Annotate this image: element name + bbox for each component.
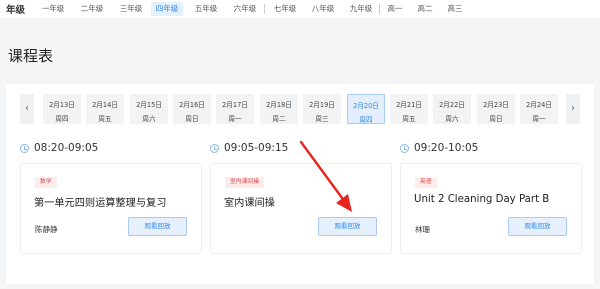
date-label: 2月19日: [309, 101, 335, 109]
date-cell[interactable]: 2月18日周二: [260, 94, 298, 124]
course-card: 英语 Unit 2 Cleaning Day Part B 林珊 观看回放: [400, 163, 582, 254]
date-cell[interactable]: 2月23日周日: [477, 94, 515, 124]
date-cell[interactable]: 2月14日周五: [86, 94, 124, 124]
date-label: 2月16日: [179, 101, 205, 109]
weekday-label: 周日: [185, 115, 199, 123]
clock-icon: [210, 143, 219, 153]
date-cell[interactable]: 2月21日周五: [390, 94, 428, 124]
date-label: 2月13日: [49, 101, 75, 109]
subject-tag: 数学: [35, 177, 57, 188]
grade-tab-8[interactable]: 八年级: [306, 2, 340, 16]
date-label: 2月18日: [266, 101, 292, 109]
chevron-right-icon: ›: [571, 103, 575, 114]
time-range: 08:20-09:05: [34, 142, 99, 154]
time-range: 09:05-09:15: [224, 142, 289, 154]
grade-nav-bar: 年级 一年级 二年级 三年级 四年级 五年级 六年级 七年级 八年级 九年级 高…: [0, 0, 600, 18]
clock-icon: [400, 143, 409, 153]
course-card: 数学 第一单元四则运算整理与复习 陈静静 观看回放: [20, 163, 202, 254]
teacher-name: 陈静静: [35, 225, 58, 234]
time-range: 09:20-10:05: [414, 142, 479, 154]
date-label: 2月23日: [483, 101, 509, 109]
grade-tab-5[interactable]: 五年级: [189, 2, 223, 16]
next-dates-button[interactable]: ›: [566, 94, 580, 124]
grade-tab-2[interactable]: 二年级: [75, 2, 109, 16]
date-label: 2月24日: [526, 101, 552, 109]
date-cell[interactable]: 2月22日周六: [433, 94, 471, 124]
grade-tab-9[interactable]: 九年级: [344, 2, 378, 16]
date-cell[interactable]: 2月17日周一: [216, 94, 254, 124]
date-label: 2月22日: [439, 101, 465, 109]
date-label: 2月17日: [222, 101, 248, 109]
time-slot-header: 09:05-09:15: [210, 142, 288, 154]
watch-replay-button[interactable]: 观看回放: [508, 217, 567, 236]
prev-dates-button[interactable]: ‹: [20, 94, 34, 124]
page-title: 课程表: [8, 47, 54, 65]
weekday-label: 周三: [315, 115, 329, 123]
date-label: 2月21日: [396, 101, 422, 109]
weekday-label: 周六: [445, 115, 459, 123]
date-cell[interactable]: 2月13日周四: [43, 94, 81, 124]
date-cell[interactable]: 2月15日周六: [130, 94, 168, 124]
weekday-label: 周一: [532, 115, 546, 123]
weekday-label: 周日: [489, 115, 503, 123]
grade-tab-1[interactable]: 一年级: [36, 2, 70, 16]
grade-divider: [379, 4, 380, 14]
date-cell[interactable]: 2月19日周三: [303, 94, 341, 124]
chevron-left-icon: ‹: [25, 103, 29, 114]
date-label: 2月15日: [136, 101, 162, 109]
watch-replay-button[interactable]: 观看回放: [318, 217, 377, 236]
time-slot-header: 09:20-10:05: [400, 142, 478, 154]
subject-tag: 英语: [415, 177, 437, 188]
subject-tag: 室内课间操: [225, 177, 264, 188]
grade-tab-7[interactable]: 七年级: [268, 2, 302, 16]
course-title: 第一单元四则运算整理与复习: [34, 198, 167, 209]
weekday-label: 周二: [272, 115, 286, 123]
teacher-name: 林珊: [415, 225, 430, 234]
schedule-panel: ‹ 2月13日周四 2月14日周五 2月15日周六 2月16日周日 2月17日周…: [6, 84, 594, 284]
weekday-label: 周六: [142, 115, 156, 123]
course-title: Unit 2 Cleaning Day Part B: [414, 194, 550, 205]
course-title: 室内课间操: [224, 198, 275, 209]
weekday-label: 周五: [98, 115, 112, 123]
weekday-label: 周四: [55, 115, 69, 123]
grade-tab-6[interactable]: 六年级: [228, 2, 262, 16]
grade-tab-11[interactable]: 高二: [413, 2, 437, 16]
weekday-label: 周四: [359, 116, 373, 124]
grade-tab-10[interactable]: 高一: [383, 2, 407, 16]
grade-tab-4[interactable]: 四年级: [151, 2, 183, 16]
date-cell[interactable]: 2月24日周一: [520, 94, 558, 124]
grade-tab-12[interactable]: 高三: [443, 2, 467, 16]
clock-icon: [20, 143, 29, 153]
course-card: 室内课间操 室内课间操 观看回放: [210, 163, 392, 254]
grade-nav-label: 年级: [6, 5, 26, 16]
grade-tab-3[interactable]: 三年级: [114, 2, 148, 16]
date-label: 2月20日: [353, 102, 379, 110]
watch-replay-button[interactable]: 观看回放: [128, 217, 187, 236]
date-cell-selected[interactable]: 2月20日周四: [347, 94, 385, 124]
date-cell[interactable]: 2月16日周日: [173, 94, 211, 124]
grade-divider: [264, 4, 265, 14]
weekday-label: 周五: [402, 115, 416, 123]
date-label: 2月14日: [92, 101, 118, 109]
weekday-label: 周一: [228, 115, 242, 123]
time-slot-header: 08:20-09:05: [20, 142, 98, 154]
